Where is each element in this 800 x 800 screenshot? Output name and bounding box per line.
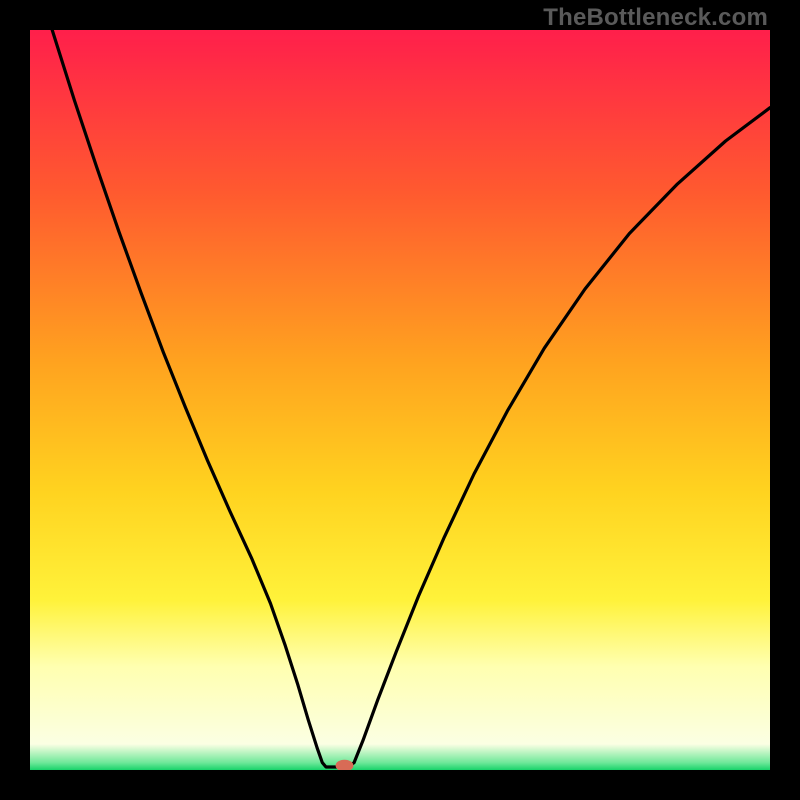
chart-frame: TheBottleneck.com bbox=[0, 0, 800, 800]
bottleneck-chart bbox=[30, 30, 770, 770]
gradient-background bbox=[30, 30, 770, 770]
watermark-label: TheBottleneck.com bbox=[543, 4, 768, 32]
plot-area bbox=[30, 30, 770, 770]
